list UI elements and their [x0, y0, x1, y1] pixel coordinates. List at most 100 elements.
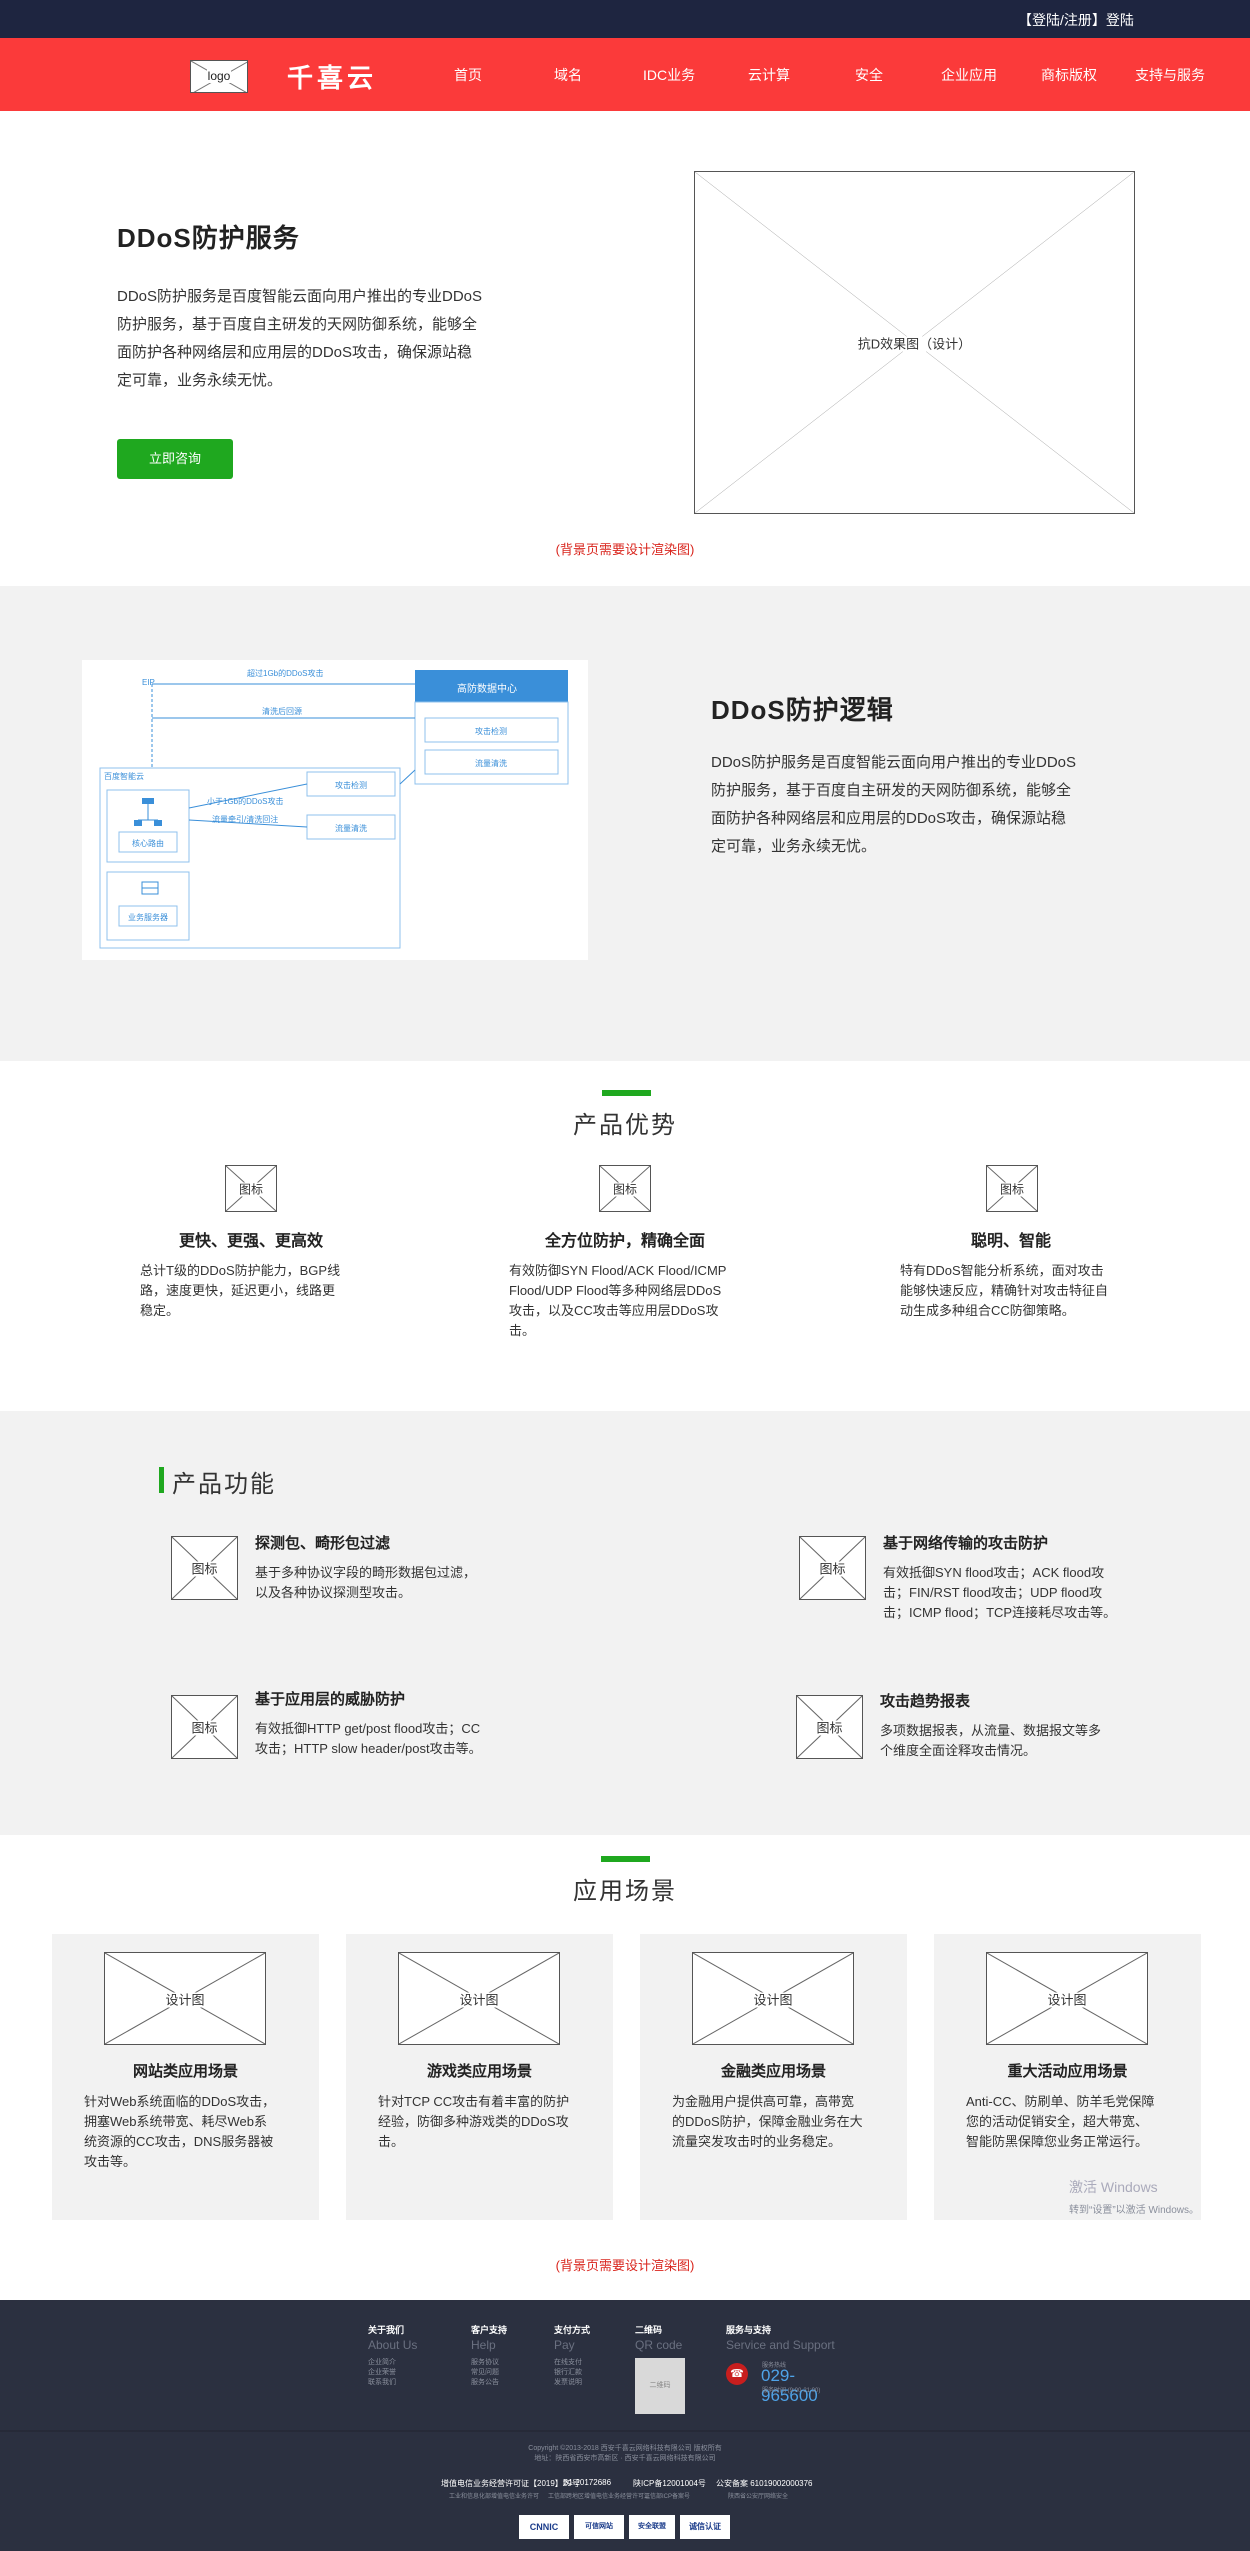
function-description: 有效抵御HTTP get/post flood攻击；CC 攻击；HTTP slo… [255, 1719, 535, 1759]
footer-link[interactable]: 企业荣誉 [368, 2368, 417, 2378]
scene-desc-line: 击。 [378, 2134, 405, 2149]
footer-col-heading: 支付方式 [554, 2325, 591, 2335]
nav-item-support[interactable]: 支持与服务 [1135, 65, 1205, 85]
brand-name[interactable]: 千喜云 [287, 58, 377, 95]
scene-image-label: 设计图 [162, 1992, 208, 2007]
hero-image-placeholder: 抗D效果图（设计） [694, 171, 1135, 514]
nav-item-trademark[interactable]: 商标版权 [1041, 65, 1097, 85]
scene-desc-line: 拥塞Web系统带宽、耗尽Web系 [84, 2114, 267, 2129]
function-title: 基于应用层的威胁防护 [255, 1691, 406, 1708]
nav-item-idc[interactable]: IDC业务 [643, 65, 695, 85]
qr-code-placeholder: 二维码 [635, 2358, 685, 2414]
top-bar: 【登陆/注册】登陆 [0, 0, 1250, 38]
title-accent-bar [159, 1467, 164, 1493]
advantage-desc-line: 能够快速反应，精确针对攻击特征自 [900, 1283, 1109, 1298]
nav-item-security[interactable]: 安全 [855, 65, 883, 85]
footer-link[interactable]: 企业简介 [368, 2358, 417, 2368]
scene-description: 为金融用户提供高可靠，高带宽 的DDoS防护，保障金融业务在大 流量突发攻击时的… [672, 2092, 882, 2152]
footer-col-pay: 支付方式 Pay 在线支付 银行汇款 发票说明 [554, 2323, 590, 2388]
advantage-desc-line: Flood/UDP Flood等多种网络层DDoS [509, 1283, 722, 1298]
login-register-link[interactable]: 【登陆/注册】登陆 [1018, 10, 1134, 30]
footer-link[interactable]: 银行汇款 [554, 2368, 590, 2378]
advantage-desc-line: 攻击，以及CC攻击等应用层DDoS攻 [509, 1303, 719, 1318]
function-title: 攻击趋势报表 [880, 1693, 971, 1710]
advantage-desc-line: 击。 [509, 1323, 536, 1338]
scenes-title: 应用场景 [573, 1878, 677, 1905]
footer-link[interactable]: 常见问题 [471, 2368, 507, 2378]
hero-desc-line: DDoS防护服务是百度智能云面向用户推出的专业DDoS [117, 288, 483, 305]
advantage-icon: 图标 [986, 1165, 1038, 1212]
footer-police[interactable]: 公安备案 61019002000376 [716, 2478, 813, 2489]
main-navigation: logo 千喜云 首页 域名 IDC业务 云计算 安全 企业应用 商标版权 支持… [0, 38, 1250, 111]
nav-item-domain[interactable]: 域名 [554, 65, 582, 85]
footer-link[interactable]: 服务公告 [471, 2378, 507, 2388]
scene-desc-line: 针对Web系统面临的DDoS攻击， [84, 2094, 276, 2109]
logic-desc-line: 面防护各种网络层和应用层的DDoS攻击，确保源站稳 [711, 810, 1067, 827]
application-scenarios-section: 应用场景 设计图 网站类应用场景 针对Web系统面临的DDoS攻击， 拥塞Web… [0, 1835, 1250, 2300]
footer-license-desc: 工业和信息化部增值电信业务许可 [449, 2494, 540, 2500]
icon-label: 图标 [609, 1182, 640, 1196]
advantage-desc-line: 有效防御SYN Flood/ACK Flood/ICMP [509, 1263, 727, 1278]
advantage-description: 特有DDoS智能分析系统，面对攻击 能够快速反应，精确针对攻击特征自 动生成多种… [900, 1261, 1140, 1321]
advantage-title: 聪明、智能 [970, 1233, 1051, 1250]
diagram-region: 百度智能云 [104, 772, 144, 781]
cnnic-badge[interactable]: CNNIC [519, 2515, 569, 2539]
scene-image-placeholder: 设计图 [398, 1952, 560, 2045]
nav-item-home[interactable]: 首页 [454, 65, 482, 85]
function-desc-line: 基于多种协议字段的畸形数据包过滤， [255, 1565, 477, 1580]
consult-button[interactable]: 立即咨询 [117, 439, 233, 479]
scene-description: Anti-CC、防刷单、防羊毛党保障 您的活动促销安全，超大带宽、 智能防黑保障… [966, 2092, 1176, 2152]
diagram-eip: EIP [142, 678, 155, 687]
scene-desc-line: 智能防黑保障您业务正常运行。 [966, 2134, 1149, 2149]
function-description: 多项数据报表，从流量、数据报文等多 个维度全面诠释攻击情况。 [880, 1721, 1140, 1761]
diagram-small-attack: 小于1Gb的DDoS攻击 [207, 797, 284, 806]
footer-link[interactable]: 服务协议 [471, 2358, 507, 2368]
logo[interactable]: logo [190, 60, 248, 93]
advantage-description: 总计T级的DDoS防护能力，BGP线 路，速度更快，延迟更小，线路更 稳定。 [140, 1261, 390, 1321]
footer-link[interactable]: 联系我们 [368, 2378, 417, 2388]
hero-design-note: (背景页需要设计渲染图) [555, 542, 695, 557]
scene-desc-line: 针对TCP CC攻击有着丰富的防护 [378, 2094, 570, 2109]
nav-item-cloud[interactable]: 云计算 [748, 65, 790, 85]
scene-desc-line: 流量突发攻击时的业务稳定。 [672, 2134, 842, 2149]
footer-col-subheading: Help [471, 2338, 496, 2352]
logic-desc-line: 定可靠，业务永续无忧。 [711, 838, 877, 855]
scene-card[interactable]: 设计图 金融类应用场景 为金融用户提供高可靠，高带宽 的DDoS防护，保障金融业… [640, 1934, 907, 2220]
function-desc-line: 以及各种协议探测型攻击。 [255, 1585, 412, 1600]
footer-link[interactable]: 在线支付 [554, 2358, 590, 2368]
protection-logic-section: EIP 超过1Gb的DDoS攻击 清洗后回源 高防数据中心 攻击检测 流量清洗 … [0, 586, 1250, 1061]
windows-activation-watermark: 激活 Windows 转到“设置”以激活 Windows。 [1069, 2177, 1199, 2216]
scene-card[interactable]: 设计图 游戏类应用场景 针对TCP CC攻击有着丰富的防护 经验，防御多种游戏类… [346, 1934, 613, 2220]
advantage-icon: 图标 [225, 1165, 277, 1212]
diagram-center: 高防数据中心 [457, 684, 517, 695]
scene-card[interactable]: 设计图 网站类应用场景 针对Web系统面临的DDoS攻击， 拥塞Web系统带宽、… [52, 1934, 319, 2220]
service-hours: 服务时间 (9:00-21:00) [762, 2388, 821, 2394]
function-desc-line: 有效抵御SYN flood攻击；ACK flood攻 [883, 1565, 1105, 1580]
function-description: 有效抵御SYN flood攻击；ACK flood攻 击；FIN/RST flo… [883, 1563, 1143, 1623]
function-desc-line: 有效抵御HTTP get/post flood攻击；CC [255, 1721, 481, 1736]
nav-item-enterprise[interactable]: 企业应用 [941, 65, 997, 85]
logic-description: DDoS防护服务是百度智能云面向用户推出的专业DDoS 防护服务，基于百度自主研… [711, 749, 1131, 861]
windows-activation-title: 激活 Windows [1069, 2179, 1158, 2195]
integrity-badge[interactable]: 诚信认证 [680, 2515, 730, 2539]
title-accent-bar [602, 1090, 651, 1096]
scene-desc-line: 攻击等。 [84, 2154, 137, 2169]
function-icon: 图标 [171, 1695, 238, 1759]
footer-license[interactable]: B1-20172686 [563, 2478, 611, 2487]
footer-col-heading: 二维码 [635, 2325, 663, 2335]
footer-icp-desc: 工信部ICP备案号 [644, 2494, 691, 2500]
trusted-site-badge[interactable]: 可信网站 [574, 2515, 624, 2539]
scene-title: 游戏类应用场景 [426, 2063, 532, 2080]
function-title: 探测包、畸形包过滤 [255, 1535, 391, 1552]
icon-label: 图标 [813, 1720, 846, 1736]
functions-title: 产品功能 [172, 1471, 276, 1498]
security-badge[interactable]: 安全联盟 [629, 2515, 675, 2539]
footer-license[interactable]: 增值电信业务经营许可证【2019】29号 [441, 2478, 580, 2489]
advantage-desc-line: 路，速度更快，延迟更小，线路更 [140, 1283, 336, 1298]
footer-icp[interactable]: 陕ICP备12001004号 [633, 2478, 706, 2489]
icon-label: 图标 [816, 1561, 849, 1577]
hero-description: DDoS防护服务是百度智能云面向用户推出的专业DDoS 防护服务，基于百度自主研… [117, 283, 537, 395]
footer-link[interactable]: 发票说明 [554, 2378, 590, 2388]
function-desc-line: 个维度全面诠释攻击情况。 [880, 1743, 1037, 1758]
footer-col-qr: 二维码 QR code 二维码 [635, 2323, 685, 2414]
